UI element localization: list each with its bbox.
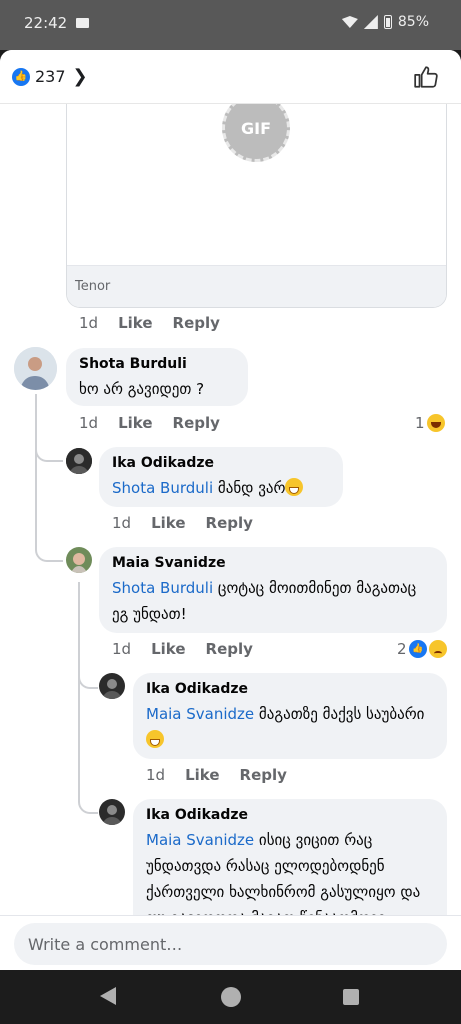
battery-level: 85% [397,14,429,30]
avatar[interactable] [66,547,92,573]
comment-text: Shota Burduli მანდ ვარ [112,475,330,501]
mail-icon [76,18,89,28]
comment-reply-button[interactable]: Reply [173,414,220,432]
comment-time: 1d [112,640,132,658]
signal-icon [363,15,378,29]
reply-connector [35,504,63,562]
comment-author[interactable]: Ika Odikadze [146,681,434,697]
avatar-photo-icon [14,347,57,390]
comment-reply-button[interactable]: Reply [173,314,220,332]
chevron-right-icon: ❯ [72,66,88,87]
home-icon[interactable] [221,987,241,1007]
mention-link[interactable]: Shota Burduli [112,479,213,497]
comment-actions: 1d Like Reply [112,514,253,532]
comment-actions: 1d Like Reply [112,640,253,658]
comment-reply-button[interactable]: Reply [206,640,253,658]
reaction-count: 1 [415,414,425,432]
comment-composer [0,915,461,970]
comment-reply-button[interactable]: Reply [240,766,287,784]
sad-reaction-icon [428,640,447,658]
comment-text: Maia Svanidze ისიც ვიცით რაც უნდათვდა რა… [146,827,434,915]
system-nav-bar [0,970,461,1024]
reply-connector [78,789,98,814]
grin-emoji-icon [285,478,304,496]
avatar-photo-icon [99,673,125,699]
comment-input[interactable] [14,923,447,965]
comment-like-button[interactable]: Like [118,314,152,332]
comments-sheet: 👍 237 ❯ GIF Tenor 1d Like Reply Shota Bu… [0,50,461,970]
avatar[interactable] [14,347,57,390]
status-indicators: 85% [341,14,429,30]
comment-bubble[interactable]: Ika Odikadze Shota Burduli მანდ ვარ [99,447,343,507]
gif-attachment[interactable]: GIF Tenor [66,104,447,308]
avatar[interactable] [99,673,125,699]
comment-author[interactable]: Maia Svanidze [112,555,434,571]
thread-line [78,582,80,802]
comment-body: მაგათზე მაქვს საუბარი [254,705,425,723]
comment-time: 1d [79,414,99,432]
reactions-header: 👍 237 ❯ [0,50,461,104]
avatar-photo-icon [66,547,92,573]
comment-text: Maia Svanidze მაგათზე მაქვს საუბარი [146,701,434,753]
reaction-count: 2 [397,640,407,658]
comment-time: 1d [146,766,166,784]
like-reaction-icon: 👍 [408,640,427,658]
comment-bubble[interactable]: Ika Odikadze Maia Svanidze მაგათზე მაქვს… [133,673,447,759]
back-icon[interactable] [100,987,116,1005]
comment-actions: 1d Like Reply [146,766,287,784]
comment-text: Shota Burduli ცოტაც მოითმინეთ მაგათაც ეგ… [112,575,434,627]
mention-link[interactable]: Shota Burduli [112,579,213,597]
comment-actions: 1d Like Reply [79,314,220,332]
reply-connector [78,664,98,689]
like-reaction-icon: 👍 [12,67,30,86]
status-bar: 22:42 85% [0,0,461,50]
haha-reaction-icon [426,414,445,432]
avatar-photo-icon [99,799,125,825]
mention-link[interactable]: Maia Svanidze [146,831,254,849]
comment-time: 1d [79,314,99,332]
battery-icon [383,15,392,29]
avatar[interactable] [99,799,125,825]
avatar[interactable] [66,448,92,474]
grin-emoji-icon [146,730,164,748]
reactions-summary[interactable]: 👍 237 ❯ [12,66,88,87]
like-button[interactable] [413,64,439,90]
recent-apps-icon[interactable] [343,989,359,1005]
comment-reactions[interactable]: 1 [415,414,445,432]
gif-source-bar: Tenor [67,265,446,307]
comment-text: ხო არ გავიდეთ ? [79,380,205,398]
gif-source: Tenor [75,279,111,294]
reply-connector [35,399,63,462]
status-time: 22:42 [24,14,68,32]
comment-reply-button[interactable]: Reply [206,514,253,532]
gif-icon: GIF [222,104,290,162]
comment-like-button[interactable]: Like [185,766,219,784]
comment-like-button[interactable]: Like [151,640,185,658]
wifi-icon [341,16,358,28]
comment-body: მანდ ვარ [213,479,286,497]
comment-like-button[interactable]: Like [118,414,152,432]
comment-author[interactable]: Ika Odikadze [146,807,434,823]
comment-author[interactable]: Ika Odikadze [112,455,330,471]
comment-bubble[interactable]: Shota Burduli ხო არ გავიდეთ ? [66,348,248,406]
comment-bubble[interactable]: Maia Svanidze Shota Burduli ცოტაც მოითმი… [99,547,447,633]
comment-bubble[interactable]: Ika Odikadze Maia Svanidze ისიც ვიცით რა… [133,799,447,915]
avatar-photo-icon [66,448,92,474]
comment-like-button[interactable]: Like [151,514,185,532]
comments-list: GIF Tenor 1d Like Reply Shota Burduli ხო… [0,104,461,915]
comment-time: 1d [112,514,132,532]
mention-link[interactable]: Maia Svanidze [146,705,254,723]
comment-author[interactable]: Shota Burduli [79,356,235,372]
reaction-count: 237 [35,67,66,86]
comment-reactions[interactable]: 2 👍 [397,640,447,658]
comment-actions: 1d Like Reply [79,414,220,432]
